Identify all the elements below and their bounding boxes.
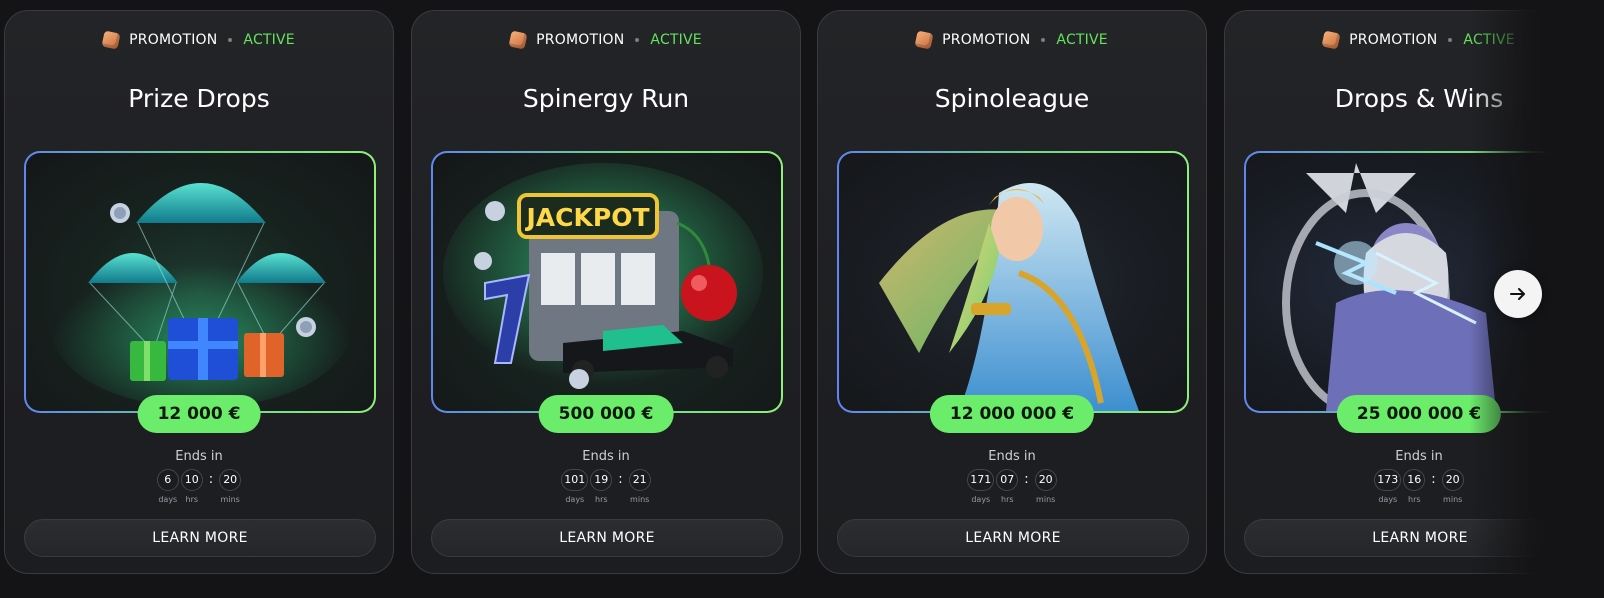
- timer-hours-value: 16: [1403, 469, 1426, 491]
- timer-minutes: 21 mins: [628, 469, 651, 504]
- countdown-timer: 101 days 19 hrs : 21 mins: [412, 469, 800, 504]
- prize-pool-badge: 12 000 000 €: [929, 395, 1095, 433]
- promo-tag-label: PROMOTION: [1349, 32, 1438, 48]
- timer-days-label: days: [158, 495, 178, 504]
- promo-tag-label: PROMOTION: [942, 32, 1031, 48]
- timer-days-label: days: [1378, 495, 1398, 504]
- timer-minutes: 20 mins: [1034, 469, 1057, 504]
- promo-image-frame[interactable]: [1244, 151, 1596, 413]
- timer-separator: :: [1431, 472, 1436, 487]
- learn-more-button[interactable]: LEARN MORE: [431, 519, 783, 557]
- promo-title: Drops & Wins: [1334, 84, 1504, 113]
- timer-days-value: 171: [967, 469, 995, 491]
- promo-tag: PROMOTION ACTIVE: [412, 30, 800, 50]
- timer-separator: :: [1024, 472, 1029, 487]
- timer-days: 171 days: [967, 469, 995, 504]
- timer-minutes-label: mins: [1443, 495, 1463, 504]
- countdown-timer: 171 days 07 hrs : 20 mins: [818, 469, 1206, 504]
- learn-more-button[interactable]: LEARN MORE: [1244, 519, 1596, 557]
- lightning-god-illustration: [1282, 163, 1496, 411]
- timer-hours-label: hrs: [1408, 495, 1421, 504]
- timer-hours: 10 hrs: [180, 469, 203, 504]
- timer-minutes-value: 20: [1441, 469, 1464, 491]
- status-badge: ACTIVE: [1463, 32, 1515, 48]
- promo-card-spinoleague[interactable]: PROMOTION ACTIVE Spinoleague 12 000 000 …: [817, 10, 1207, 574]
- promotion-badge-icon: [101, 30, 121, 50]
- learn-more-button[interactable]: LEARN MORE: [837, 519, 1189, 557]
- separator-dot: [1041, 38, 1046, 42]
- ends-in-label: Ends in: [582, 449, 630, 464]
- status-badge: ACTIVE: [1056, 32, 1108, 48]
- promo-tag: PROMOTION ACTIVE: [818, 30, 1206, 50]
- separator-dot: [635, 38, 640, 42]
- timer-days-value: 173: [1374, 469, 1402, 491]
- timer-days: 173 days: [1374, 469, 1402, 504]
- timer-hours-value: 10: [180, 469, 203, 491]
- promo-image-frame[interactable]: [24, 151, 376, 413]
- promo-title: Spinergy Run: [522, 84, 690, 113]
- promo-tag-label: PROMOTION: [129, 32, 218, 48]
- ends-in-label: Ends in: [175, 449, 223, 464]
- jackpot-slot-illustration: JACKPOT: [443, 163, 763, 389]
- timer-hours-label: hrs: [595, 495, 608, 504]
- jackpot-sign-text: JACKPOT: [525, 203, 650, 232]
- promo-image-frame[interactable]: [837, 151, 1189, 413]
- timer-minutes-label: mins: [220, 495, 240, 504]
- timer-hours: 16 hrs: [1403, 469, 1426, 504]
- promo-image-frame[interactable]: JACKPOT: [431, 151, 783, 413]
- prize-pool-badge: 12 000 €: [137, 395, 261, 433]
- promotion-badge-icon: [914, 30, 934, 50]
- timer-minutes-value: 21: [628, 469, 651, 491]
- timer-days: 6 days: [156, 469, 179, 504]
- timer-minutes: 20 mins: [1441, 469, 1464, 504]
- timer-minutes-value: 20: [219, 469, 242, 491]
- promo-tag-label: PROMOTION: [536, 32, 625, 48]
- timer-days-value: 101: [561, 469, 589, 491]
- promo-title: Prize Drops: [128, 84, 270, 113]
- timer-separator: :: [618, 472, 623, 487]
- timer-days-label: days: [971, 495, 991, 504]
- timer-hours: 07 hrs: [996, 469, 1019, 504]
- learn-more-button[interactable]: LEARN MORE: [24, 519, 376, 557]
- parachute-gifts-illustration: [51, 183, 351, 408]
- promo-title: Spinoleague: [934, 84, 1090, 113]
- timer-minutes-label: mins: [1036, 495, 1056, 504]
- timer-days-label: days: [565, 495, 585, 504]
- promo-card-prize-drops[interactable]: PROMOTION ACTIVE Prize Drops 12 000 € En…: [4, 10, 394, 574]
- countdown-timer: 6 days 10 hrs : 20 mins: [5, 469, 393, 504]
- promo-card-drops-and-wins[interactable]: PROMOTION ACTIVE Drops & Wins 25 000 000…: [1224, 10, 1604, 574]
- timer-hours-label: hrs: [1001, 495, 1014, 504]
- status-badge: ACTIVE: [650, 32, 702, 48]
- promo-card-spinergy-run[interactable]: PROMOTION ACTIVE Spinergy Run JACKPOT 50…: [411, 10, 801, 574]
- countdown-timer: 173 days 16 hrs : 20 mins: [1225, 469, 1604, 504]
- promotion-badge-icon: [508, 30, 528, 50]
- carousel-next-button[interactable]: [1494, 270, 1542, 318]
- timer-hours: 19 hrs: [590, 469, 613, 504]
- timer-separator: :: [208, 472, 214, 487]
- prize-pool-badge: 500 000 €: [538, 395, 674, 433]
- timer-hours-label: hrs: [185, 495, 199, 504]
- ends-in-label: Ends in: [988, 449, 1036, 464]
- separator-dot: [1448, 38, 1453, 42]
- prize-pool-badge: 25 000 000 €: [1336, 395, 1502, 433]
- promo-tag: PROMOTION ACTIVE: [5, 30, 393, 50]
- timer-days: 101 days: [561, 469, 589, 504]
- status-badge: ACTIVE: [243, 32, 295, 48]
- promotion-badge-icon: [1321, 30, 1341, 50]
- timer-minutes-value: 20: [1034, 469, 1057, 491]
- promo-tag: PROMOTION ACTIVE: [1225, 30, 1604, 50]
- timer-days-value: 6: [156, 469, 179, 491]
- timer-hours-value: 19: [590, 469, 613, 491]
- timer-hours-value: 07: [996, 469, 1019, 491]
- separator-dot: [228, 38, 233, 42]
- timer-minutes-label: mins: [630, 495, 650, 504]
- arrow-right-icon: [1510, 288, 1525, 300]
- goddess-illustration: [879, 183, 1139, 411]
- timer-minutes: 20 mins: [219, 469, 242, 504]
- ends-in-label: Ends in: [1395, 449, 1443, 464]
